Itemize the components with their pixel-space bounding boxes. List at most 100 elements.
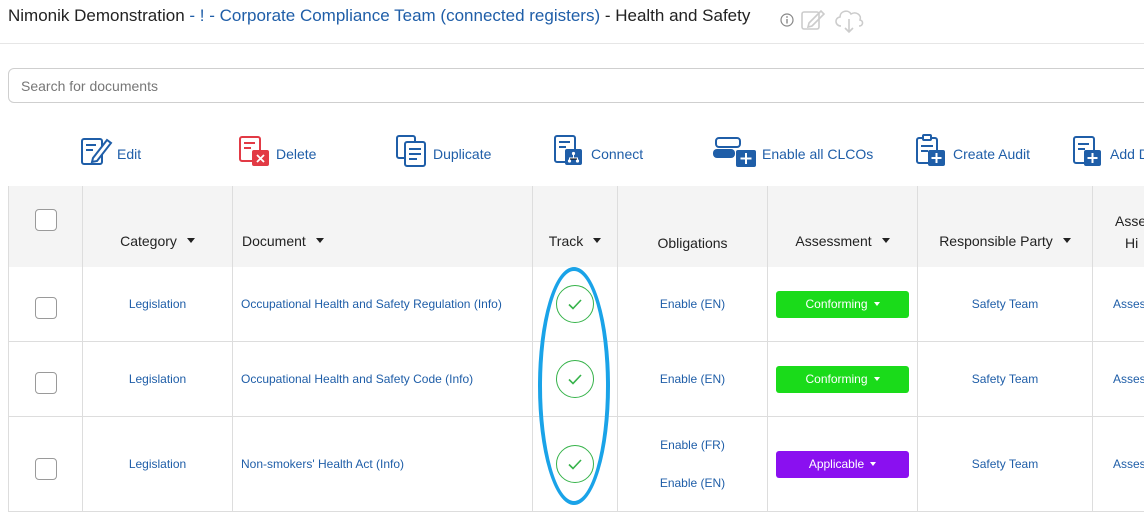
track-toggle[interactable]: [556, 445, 594, 483]
sort-caret-icon: [593, 238, 602, 243]
document-link[interactable]: Occupational Health and Safety Code (Inf…: [241, 372, 473, 386]
assessment-header[interactable]: Assessment: [768, 186, 918, 267]
cloud-download-icon[interactable]: [832, 6, 866, 39]
responsible-party-header-label: Responsible Party: [939, 232, 1053, 249]
obligations-header-label: Obligations: [657, 234, 728, 251]
category-cell: Legislation: [83, 267, 233, 341]
sort-caret-icon: [1062, 238, 1071, 243]
chevron-down-icon: [873, 377, 880, 381]
responsible-party-link[interactable]: Safety Team: [972, 297, 1038, 311]
assessment-history-link[interactable]: Asses: [1113, 297, 1144, 311]
enable-obligation-link[interactable]: Enable (EN): [660, 476, 725, 490]
obligations-list: Enable (FR) Enable (EN): [660, 438, 725, 490]
title-prefix: Nimonik Demonstration: [8, 6, 185, 25]
responsible-party-cell: Safety Team: [918, 267, 1093, 341]
sort-caret-icon: [186, 238, 195, 243]
add-document-label: Add D: [1110, 145, 1144, 162]
connect-label: Connect: [591, 145, 644, 162]
obligations-header: Obligations: [618, 186, 768, 267]
connect-button[interactable]: Connect: [553, 134, 643, 173]
edit-button[interactable]: Edit: [79, 134, 141, 173]
sort-caret-icon: [881, 238, 890, 243]
enable-all-clcos-button[interactable]: Enable all CLCOs: [712, 134, 873, 173]
responsible-party-header[interactable]: Responsible Party: [918, 186, 1093, 267]
assessment-status-dropdown[interactable]: Applicable: [776, 450, 909, 478]
document-cell: Occupational Health and Safety Regulatio…: [233, 267, 533, 341]
add-document-button[interactable]: Add D: [1072, 134, 1144, 173]
assessment-history-cell: Asses: [1093, 417, 1144, 511]
row-checkbox[interactable]: [34, 372, 57, 394]
category-cell: Legislation: [83, 342, 233, 416]
responsible-party-link[interactable]: Safety Team: [972, 372, 1038, 386]
assessment-status-label: Conforming: [805, 372, 868, 386]
info-icon[interactable]: [780, 13, 794, 32]
connect-document-icon: [553, 134, 587, 173]
assessment-history-cell: Asses: [1093, 267, 1144, 341]
register-link[interactable]: - ! - Corporate Compliance Team (connect…: [185, 6, 600, 25]
category-link[interactable]: Legislation: [129, 457, 186, 471]
assessment-status-dropdown[interactable]: Conforming: [776, 365, 909, 393]
responsible-party-cell: Safety Team: [918, 342, 1093, 416]
assessment-history-link[interactable]: Asses: [1113, 457, 1144, 471]
edit-icon[interactable]: [800, 8, 826, 37]
select-all-header: [8, 186, 83, 267]
enable-all-clcos-label: Enable all CLCOs: [762, 145, 874, 162]
assessment-cell: Applicable: [768, 417, 918, 511]
document-link[interactable]: Occupational Health and Safety Regulatio…: [241, 297, 502, 311]
enable-obligation-link[interactable]: Enable (EN): [660, 372, 725, 386]
table-row: Legislation Non-smokers' Health Act (Inf…: [8, 417, 1144, 512]
chevron-down-icon: [873, 302, 880, 306]
category-cell: Legislation: [83, 417, 233, 511]
duplicate-document-icon: [395, 134, 429, 173]
document-link[interactable]: Non-smokers' Health Act (Info): [241, 457, 404, 471]
assessment-status-label: Conforming: [805, 297, 868, 311]
assessment-cell: Conforming: [768, 342, 918, 416]
row-checkbox[interactable]: [34, 297, 57, 319]
row-select-cell: [8, 342, 83, 416]
enable-obligation-link[interactable]: Enable (EN): [660, 297, 725, 311]
select-all-checkbox[interactable]: [34, 208, 57, 231]
enable-obligation-link[interactable]: Enable (FR): [660, 438, 725, 452]
category-link[interactable]: Legislation: [129, 297, 186, 311]
search-input[interactable]: [9, 69, 1144, 102]
assessment-history-cell: Asses: [1093, 342, 1144, 416]
assessment-history-header-line2: Hi: [1125, 234, 1139, 251]
obligations-cell: Enable (EN): [618, 267, 768, 341]
enable-clco-icon: [712, 134, 758, 173]
category-link[interactable]: Legislation: [129, 372, 186, 386]
obligations-cell: Enable (EN): [618, 342, 768, 416]
assessment-status-label: Applicable: [808, 457, 865, 471]
search-box: [8, 68, 1144, 103]
category-header[interactable]: Category: [83, 186, 233, 267]
assessment-status-dropdown[interactable]: Conforming: [776, 290, 909, 318]
track-header[interactable]: Track: [533, 186, 618, 267]
document-header[interactable]: Document: [233, 186, 533, 267]
category-header-label: Category: [120, 232, 177, 249]
check-icon: [568, 298, 582, 310]
responsible-party-link[interactable]: Safety Team: [972, 457, 1038, 471]
title-icons: [780, 6, 866, 39]
track-toggle[interactable]: [556, 285, 594, 323]
document-cell: Occupational Health and Safety Code (Inf…: [233, 342, 533, 416]
create-audit-icon: [915, 134, 949, 173]
delete-document-icon: [238, 134, 272, 173]
row-select-cell: [8, 267, 83, 341]
duplicate-label: Duplicate: [433, 145, 492, 162]
assessment-history-link[interactable]: Asses: [1113, 372, 1144, 386]
row-checkbox[interactable]: [34, 458, 57, 480]
create-audit-button[interactable]: Create Audit: [915, 134, 1030, 173]
track-header-label: Track: [548, 232, 584, 249]
chevron-down-icon: [870, 462, 877, 466]
assessment-history-header-line1: Asse: [1115, 212, 1144, 229]
track-toggle[interactable]: [556, 360, 594, 398]
duplicate-button[interactable]: Duplicate: [395, 134, 491, 173]
table-row: Legislation Occupational Health and Safe…: [8, 342, 1144, 417]
title-suffix: - Health and Safety: [600, 6, 751, 25]
add-document-icon: [1072, 134, 1106, 173]
delete-button[interactable]: Delete: [238, 134, 316, 173]
table-row: Legislation Occupational Health and Safe…: [8, 267, 1144, 342]
track-cell: [533, 342, 618, 416]
assessment-history-header: Asse Hi: [1093, 186, 1144, 267]
document-header-label: Document: [242, 232, 306, 249]
document-cell: Non-smokers' Health Act (Info): [233, 417, 533, 511]
